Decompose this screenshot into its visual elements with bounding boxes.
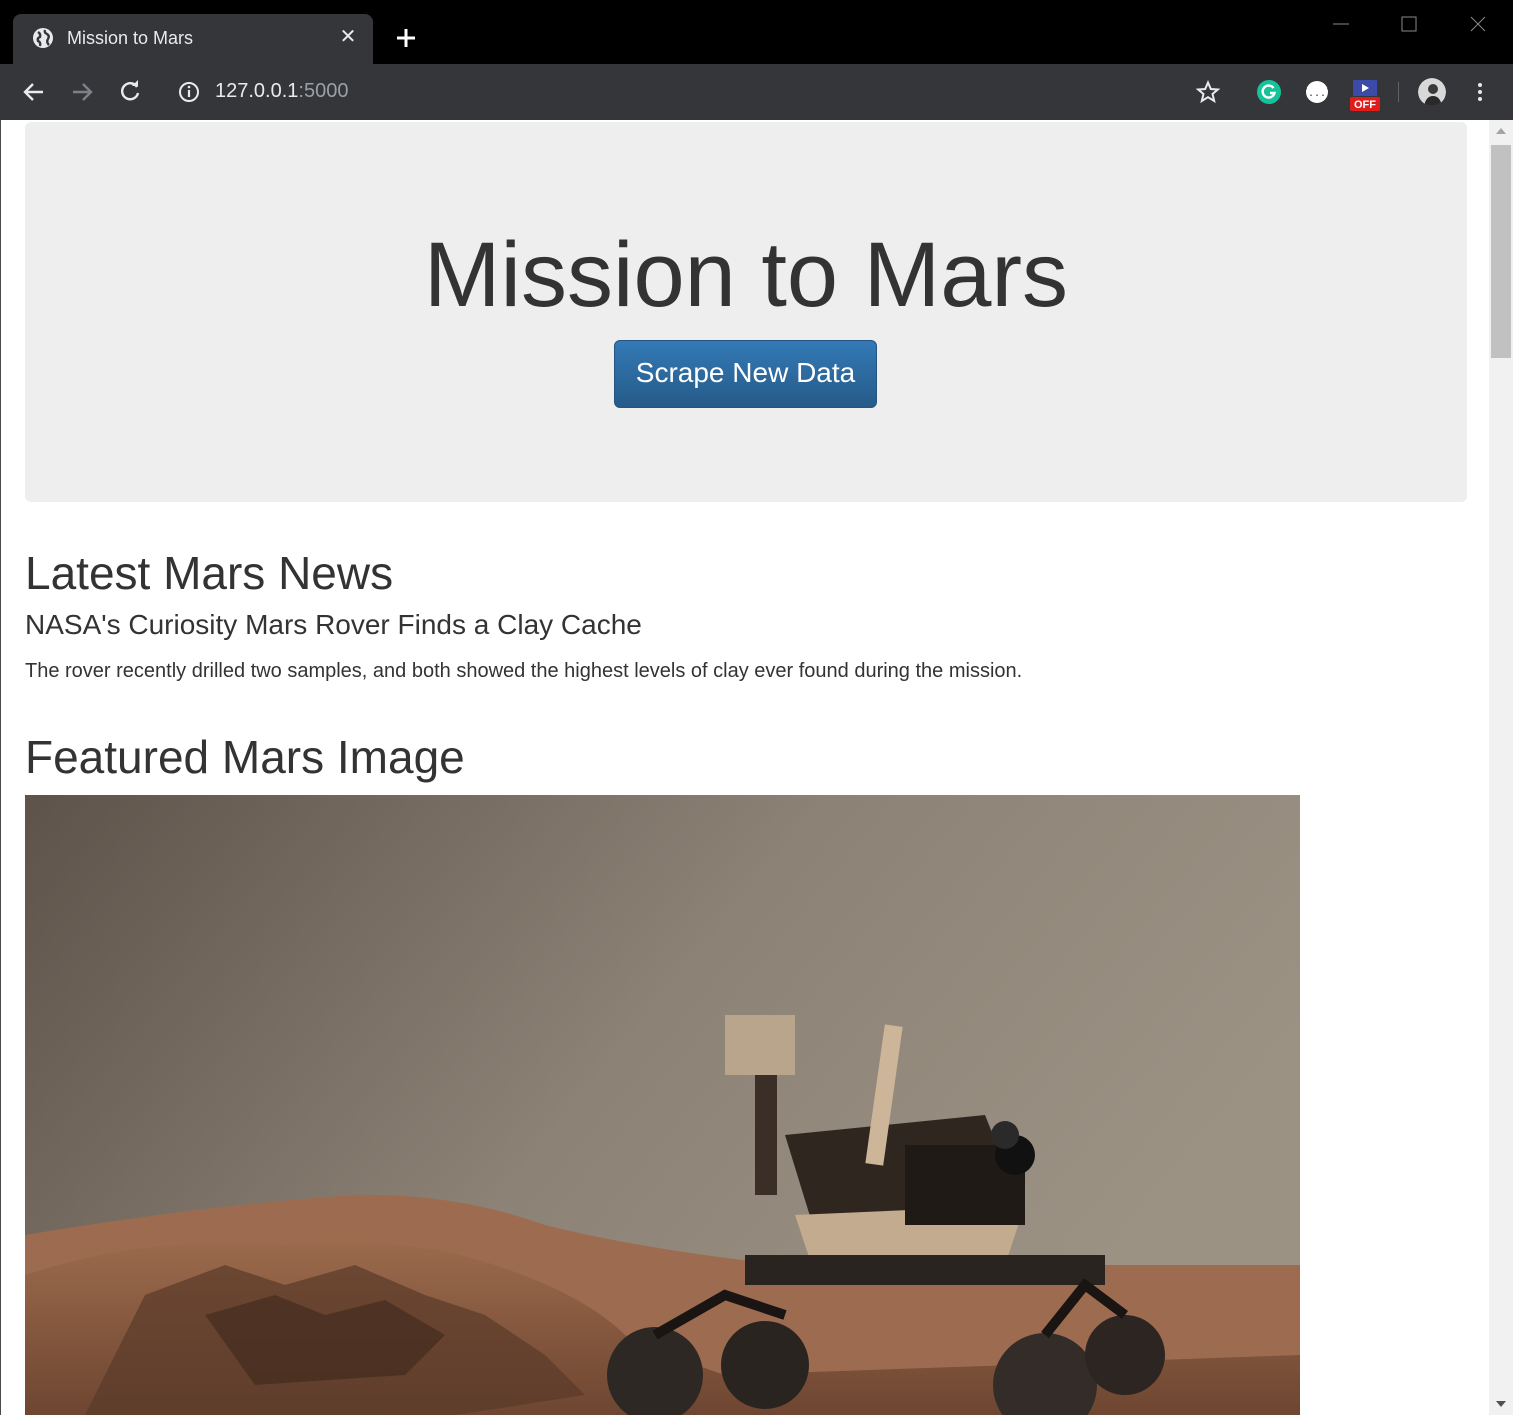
page-title: Mission to Mars (423, 224, 1069, 326)
info-icon[interactable] (178, 81, 200, 103)
news-title: NASA's Curiosity Mars Rover Finds a Clay… (25, 609, 642, 640)
scroll-down-arrow-icon[interactable] (1496, 1401, 1506, 1407)
grammarly-extension-icon[interactable] (1256, 79, 1282, 105)
tab-strip: Mission to Mars ✕ (0, 0, 1513, 66)
vertical-scrollbar[interactable] (1489, 120, 1513, 1415)
browser-toolbar: 127.0.0.1:5000 (0, 64, 1513, 120)
back-arrow-icon[interactable] (20, 78, 48, 106)
tab-close-icon[interactable]: ✕ (337, 26, 359, 48)
extension-off-badge: OFF (1354, 99, 1376, 111)
jumbotron: Mission to Mars Scrape New Data (25, 122, 1467, 502)
url-text: 127.0.0.1:5000 (215, 80, 348, 103)
featured-image-heading: Featured Mars Image (25, 731, 465, 783)
url-port: :5000 (298, 80, 349, 102)
scroll-up-arrow-icon[interactable] (1496, 128, 1506, 134)
toolbar-separator (1398, 82, 1399, 102)
globe-icon (33, 28, 53, 48)
page-viewport: Mission to Mars Scrape New Data Latest M… (0, 120, 1489, 1415)
address-bar[interactable]: 127.0.0.1:5000 (162, 70, 1242, 114)
json-viewer-extension-icon[interactable]: {...} (1304, 79, 1330, 105)
tab-title: Mission to Mars (67, 28, 194, 48)
profile-avatar-icon[interactable] (1418, 78, 1446, 106)
browser-tab[interactable]: Mission to Mars ✕ (13, 14, 373, 66)
forward-arrow-icon[interactable] (68, 78, 96, 106)
featured-mars-image (25, 795, 1300, 1415)
video-icon: OFF (1350, 80, 1380, 111)
reload-icon[interactable] (116, 78, 144, 106)
latest-news-heading: Latest Mars News (25, 547, 394, 599)
scrollbar-thumb[interactable] (1491, 145, 1511, 358)
scrape-new-data-button[interactable]: Scrape New Data (614, 340, 877, 408)
news-paragraph: The rover recently drilled two samples, … (25, 660, 1023, 682)
video-extension-icon[interactable]: OFF (1350, 79, 1380, 111)
bookmark-star-icon[interactable] (1196, 80, 1220, 104)
kebab-menu-icon[interactable] (1468, 80, 1492, 104)
url-host: 127.0.0.1 (215, 80, 299, 102)
minimize-icon[interactable] (1318, 10, 1364, 38)
new-tab-icon[interactable] (394, 26, 418, 50)
window-close-icon[interactable] (1454, 10, 1500, 38)
svg-text:{...}: {...} (1304, 88, 1330, 99)
maximize-icon[interactable] (1386, 10, 1432, 38)
mars-rover-picture (25, 795, 1300, 1415)
